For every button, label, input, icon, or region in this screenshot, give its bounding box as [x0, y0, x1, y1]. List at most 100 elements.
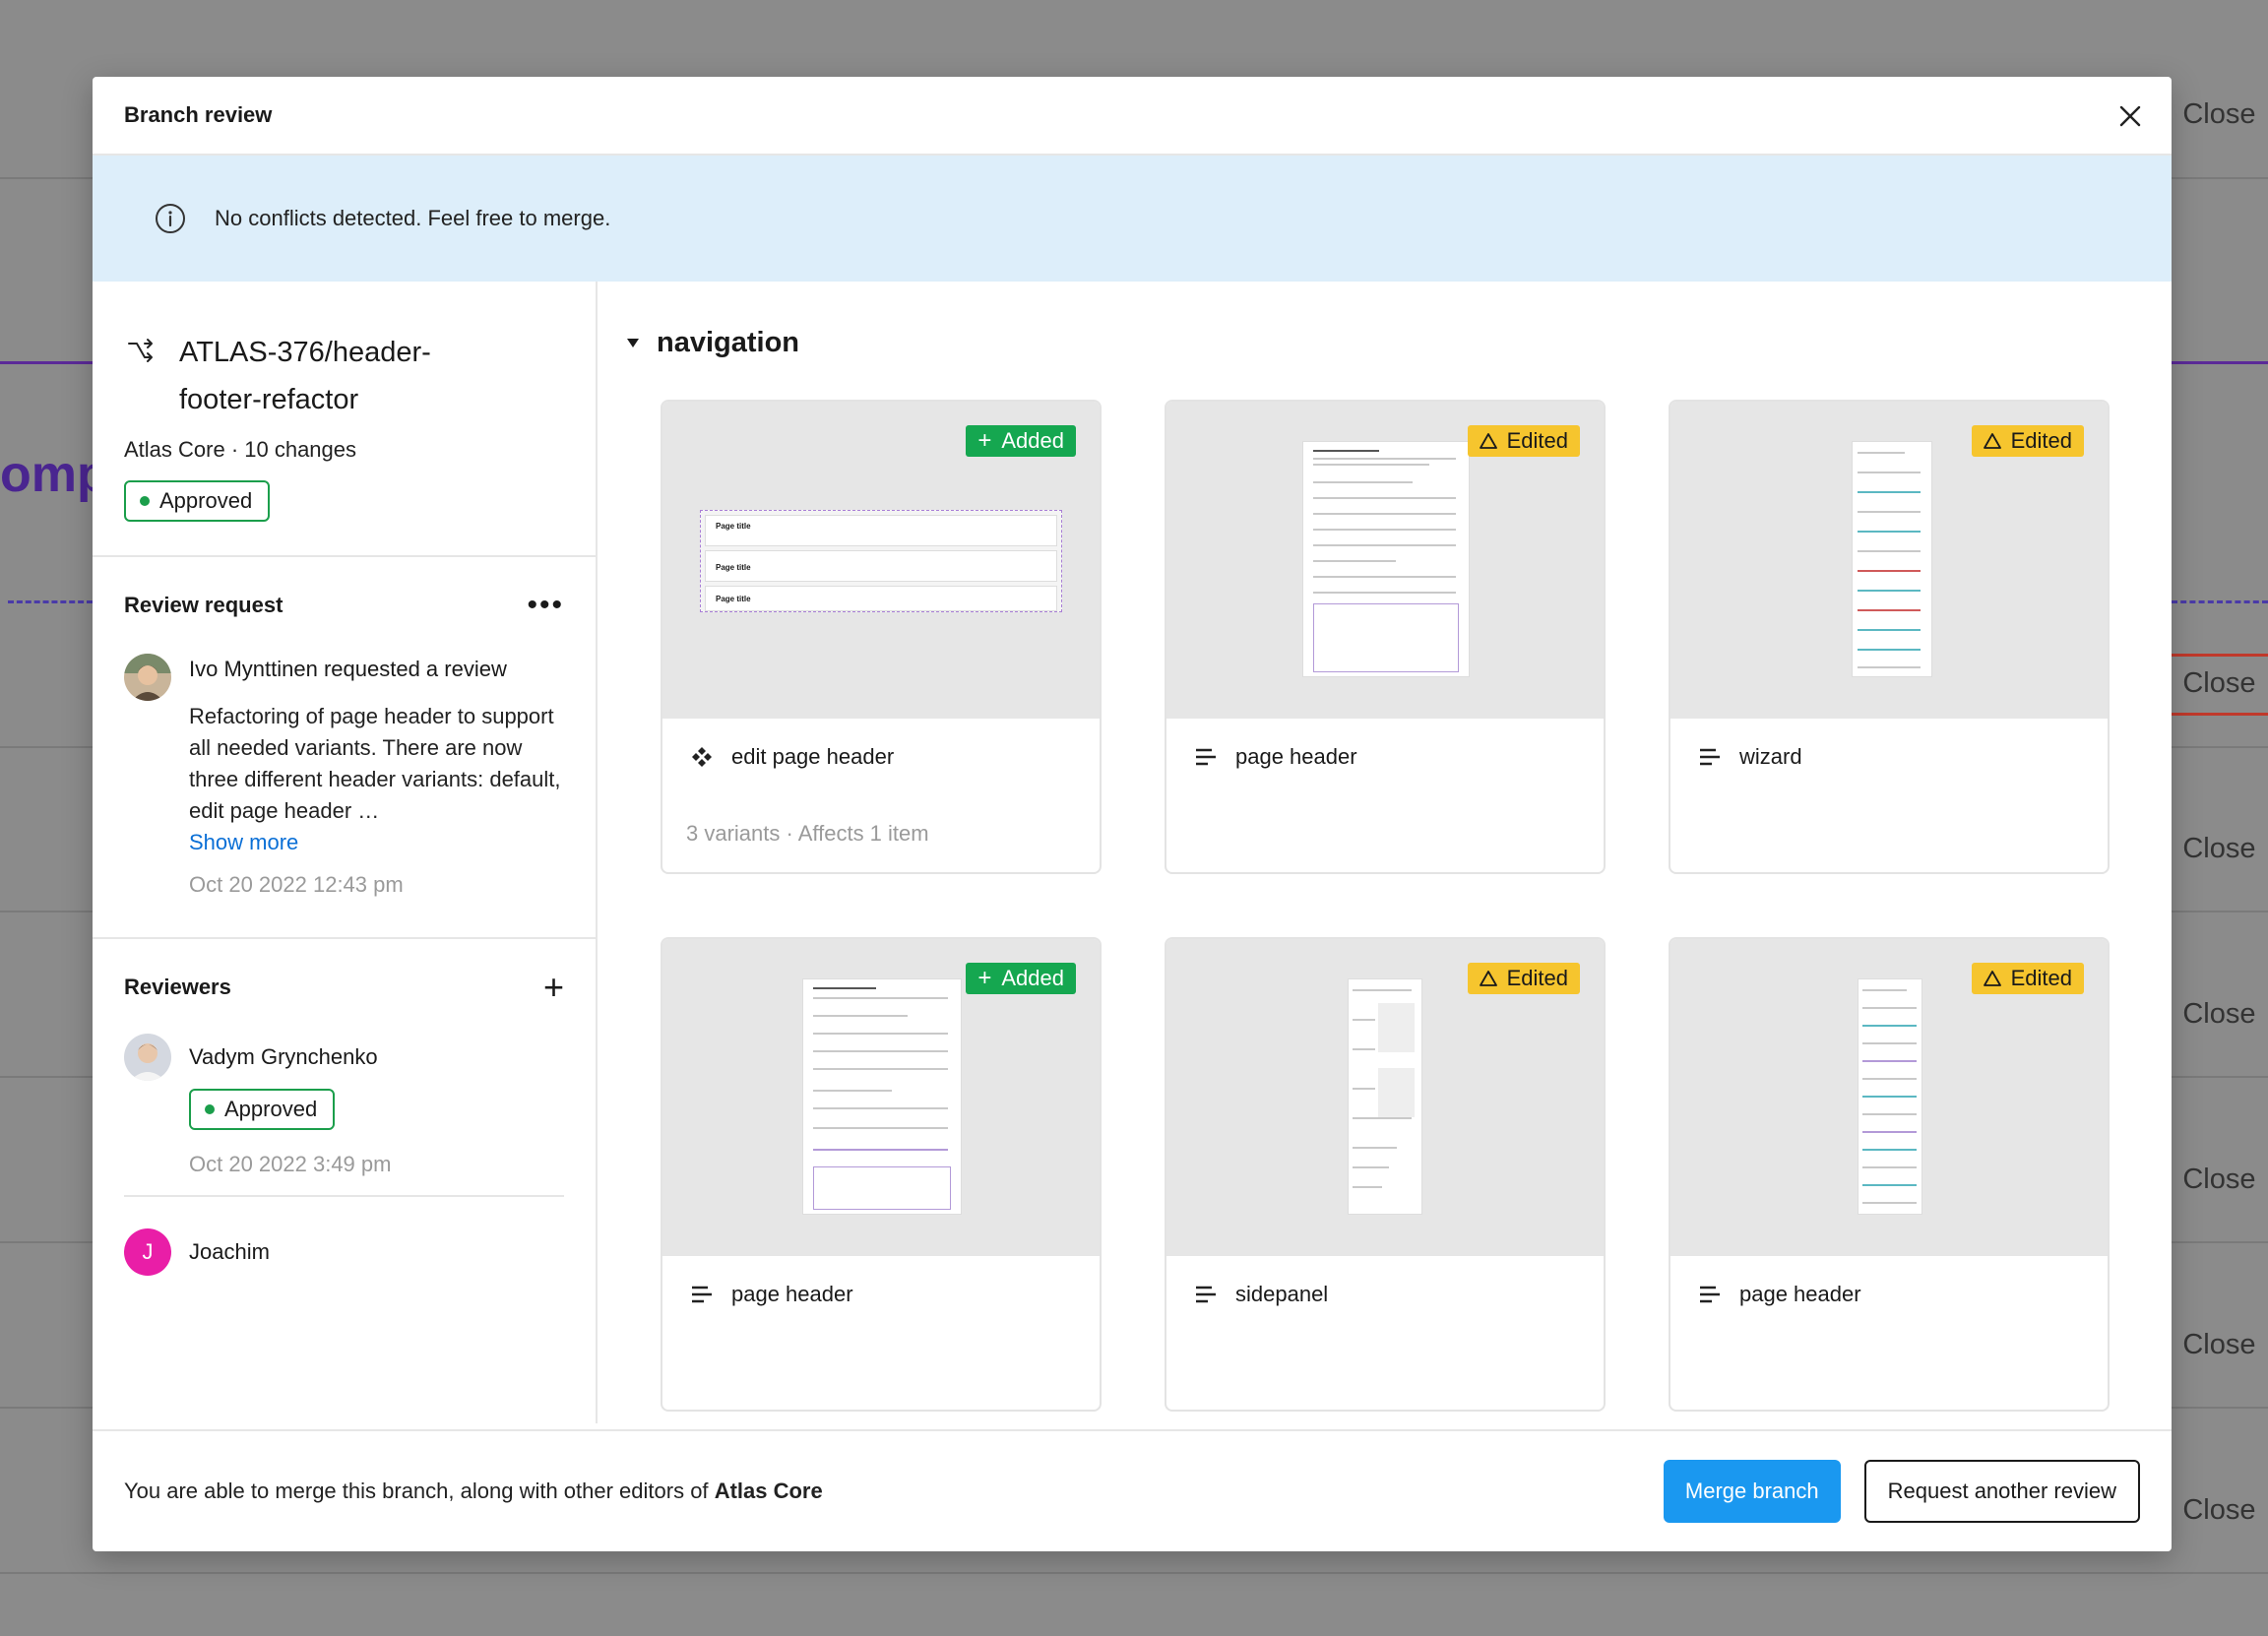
warning-icon	[1983, 433, 2001, 449]
card-title: wizard	[1739, 744, 1802, 769]
card-title: sidepanel	[1235, 1282, 1329, 1306]
bg-accent-line	[2172, 361, 2268, 364]
warning-icon	[1479, 971, 1497, 986]
status-badge: Edited	[1971, 963, 2084, 994]
bg-close-button: ‹Close	[2160, 833, 2256, 864]
show-more-link[interactable]: Show more	[189, 827, 564, 858]
branch-info: ATLAS-376/header-footer-refactor Atlas C…	[93, 282, 596, 557]
card-thumbnail: Edited	[1166, 402, 1604, 719]
change-card[interactable]: + Added page header	[661, 937, 1102, 1412]
changes-panel: navigation Page title Page title Page ti…	[598, 282, 2172, 1423]
review-request-section: Review request ••• Ivo Mynttinen request…	[93, 557, 596, 939]
branch-status-badge: Approved	[124, 480, 271, 522]
info-banner: No conflicts detected. Feel free to merg…	[93, 156, 2172, 282]
thumbnail-preview	[1852, 441, 1932, 677]
branch-meta: Atlas Core · 10 changes	[124, 437, 357, 462]
card-thumbnail: Edited	[1670, 939, 2108, 1256]
card-title: edit page header	[731, 744, 895, 769]
reviewers-header: Reviewers +	[124, 970, 564, 1005]
thumbnail-preview	[1348, 978, 1422, 1215]
status-badge: Edited	[1467, 963, 1580, 994]
component-icon	[692, 747, 712, 767]
reviewer-status-badge: Approved	[189, 1089, 336, 1130]
thumb-row: Page title	[705, 586, 1057, 611]
status-badge: + Added	[966, 963, 1076, 994]
footer-project: Atlas Core	[714, 1479, 823, 1503]
branch-name: ATLAS-376/header-footer-refactor	[179, 337, 431, 415]
request-date: Oct 20 2022 12:43 pm	[189, 872, 404, 897]
warning-icon	[1983, 971, 2001, 986]
avatar-ivo-icon	[124, 654, 171, 701]
card-thumbnail: Edited	[1166, 939, 1604, 1256]
thumbnail-preview	[1858, 978, 1922, 1215]
requester-name[interactable]: Ivo Mynttinen	[189, 657, 318, 681]
status-label: Added	[1001, 428, 1064, 453]
caret-down-icon	[627, 339, 639, 347]
card-title: page header	[1739, 1282, 1861, 1306]
sidebar: ATLAS-376/header-footer-refactor Atlas C…	[93, 282, 598, 1423]
close-icon	[2119, 105, 2141, 127]
change-card[interactable]: Edited page header	[1669, 937, 2110, 1412]
thumb-block	[1377, 1003, 1415, 1052]
card-subtitle: 3 variants · Affects 1 item	[686, 821, 929, 846]
branch-row: ATLAS-376/header-footer-refactor	[124, 329, 564, 423]
thumb-frame	[812, 1166, 952, 1210]
group-toggle[interactable]: navigation	[627, 327, 2172, 359]
bg-divider	[0, 1572, 2268, 1574]
change-card[interactable]: Edited page header	[1165, 400, 1606, 874]
review-message: Refactoring of page header to support al…	[189, 704, 561, 823]
review-request-item: Ivo Mynttinen requested a review Refacto…	[124, 654, 564, 898]
review-date: Oct 20 2022 3:49 pm	[189, 1152, 392, 1176]
card-thumbnail: Page title Page title Page title + Added	[662, 402, 1100, 719]
modal-header: Branch review	[93, 77, 2172, 156]
merge-branch-button[interactable]: Merge branch	[1663, 1460, 1841, 1523]
card-label: sidepanel	[1166, 1256, 1604, 1307]
card-thumbnail: + Added	[662, 939, 1100, 1256]
branch-review-modal: Branch review No conflicts detected. Fee…	[93, 77, 2172, 1551]
status-badge: Edited	[1971, 425, 2084, 457]
bg-close-button: ‹Close	[2160, 98, 2256, 130]
change-card[interactable]: Edited sidepanel	[1165, 937, 1606, 1412]
banner-text: No conflicts detected. Feel free to merg…	[215, 206, 611, 230]
text-lines-icon	[1700, 748, 1720, 766]
change-card[interactable]: Edited wizard	[1669, 400, 2110, 874]
bg-dashed-line	[8, 600, 93, 603]
thumb-row: Page title	[705, 550, 1057, 582]
text-lines-icon	[692, 1286, 712, 1303]
request-action: requested a review	[323, 657, 507, 681]
status-label: Edited	[2010, 966, 2072, 990]
add-reviewer-button[interactable]: +	[543, 970, 564, 1005]
status-label: Edited	[1506, 966, 1568, 990]
text-lines-icon	[1196, 1286, 1216, 1303]
plus-icon: +	[977, 427, 992, 454]
text-lines-icon	[1700, 1286, 1720, 1303]
status-label: Approved	[224, 1097, 318, 1121]
footer-text: You are able to merge this branch, along…	[124, 1479, 1664, 1504]
status-label: Edited	[1506, 428, 1568, 453]
status-label: Added	[1001, 966, 1064, 990]
thumbnail-preview: Page title Page title Page title	[700, 510, 1062, 612]
card-label: page header	[1670, 1256, 2108, 1307]
bg-error-line	[2166, 654, 2268, 657]
change-card[interactable]: Page title Page title Page title + Added …	[661, 400, 1102, 874]
branch-icon	[128, 339, 153, 362]
thumb-row: Page title	[705, 515, 1057, 546]
card-title: page header	[1235, 744, 1357, 769]
warning-icon	[1479, 433, 1497, 449]
card-title: page header	[731, 1282, 853, 1306]
request-review-button[interactable]: Request another review	[1863, 1460, 2140, 1523]
bg-close-button: ‹Close	[2160, 998, 2256, 1030]
card-label: wizard	[1670, 719, 2108, 770]
avatar	[124, 1034, 171, 1081]
review-request-heading: Ivo Mynttinen requested a review	[189, 654, 564, 685]
reviewers-section: Reviewers + Vadym Grynchenko Approved Oc…	[93, 939, 596, 1276]
card-label: page header	[1166, 719, 1604, 770]
group-title: navigation	[657, 327, 800, 358]
footer-message: You are able to merge this branch, along…	[124, 1479, 709, 1503]
bg-error-line	[2166, 713, 2268, 716]
review-request-header: Review request •••	[124, 591, 564, 620]
close-button[interactable]	[2112, 98, 2148, 134]
more-options-button[interactable]: •••	[527, 591, 564, 620]
bg-close-button: ‹Close	[2160, 667, 2256, 699]
modal-footer: You are able to merge this branch, along…	[93, 1429, 2172, 1551]
